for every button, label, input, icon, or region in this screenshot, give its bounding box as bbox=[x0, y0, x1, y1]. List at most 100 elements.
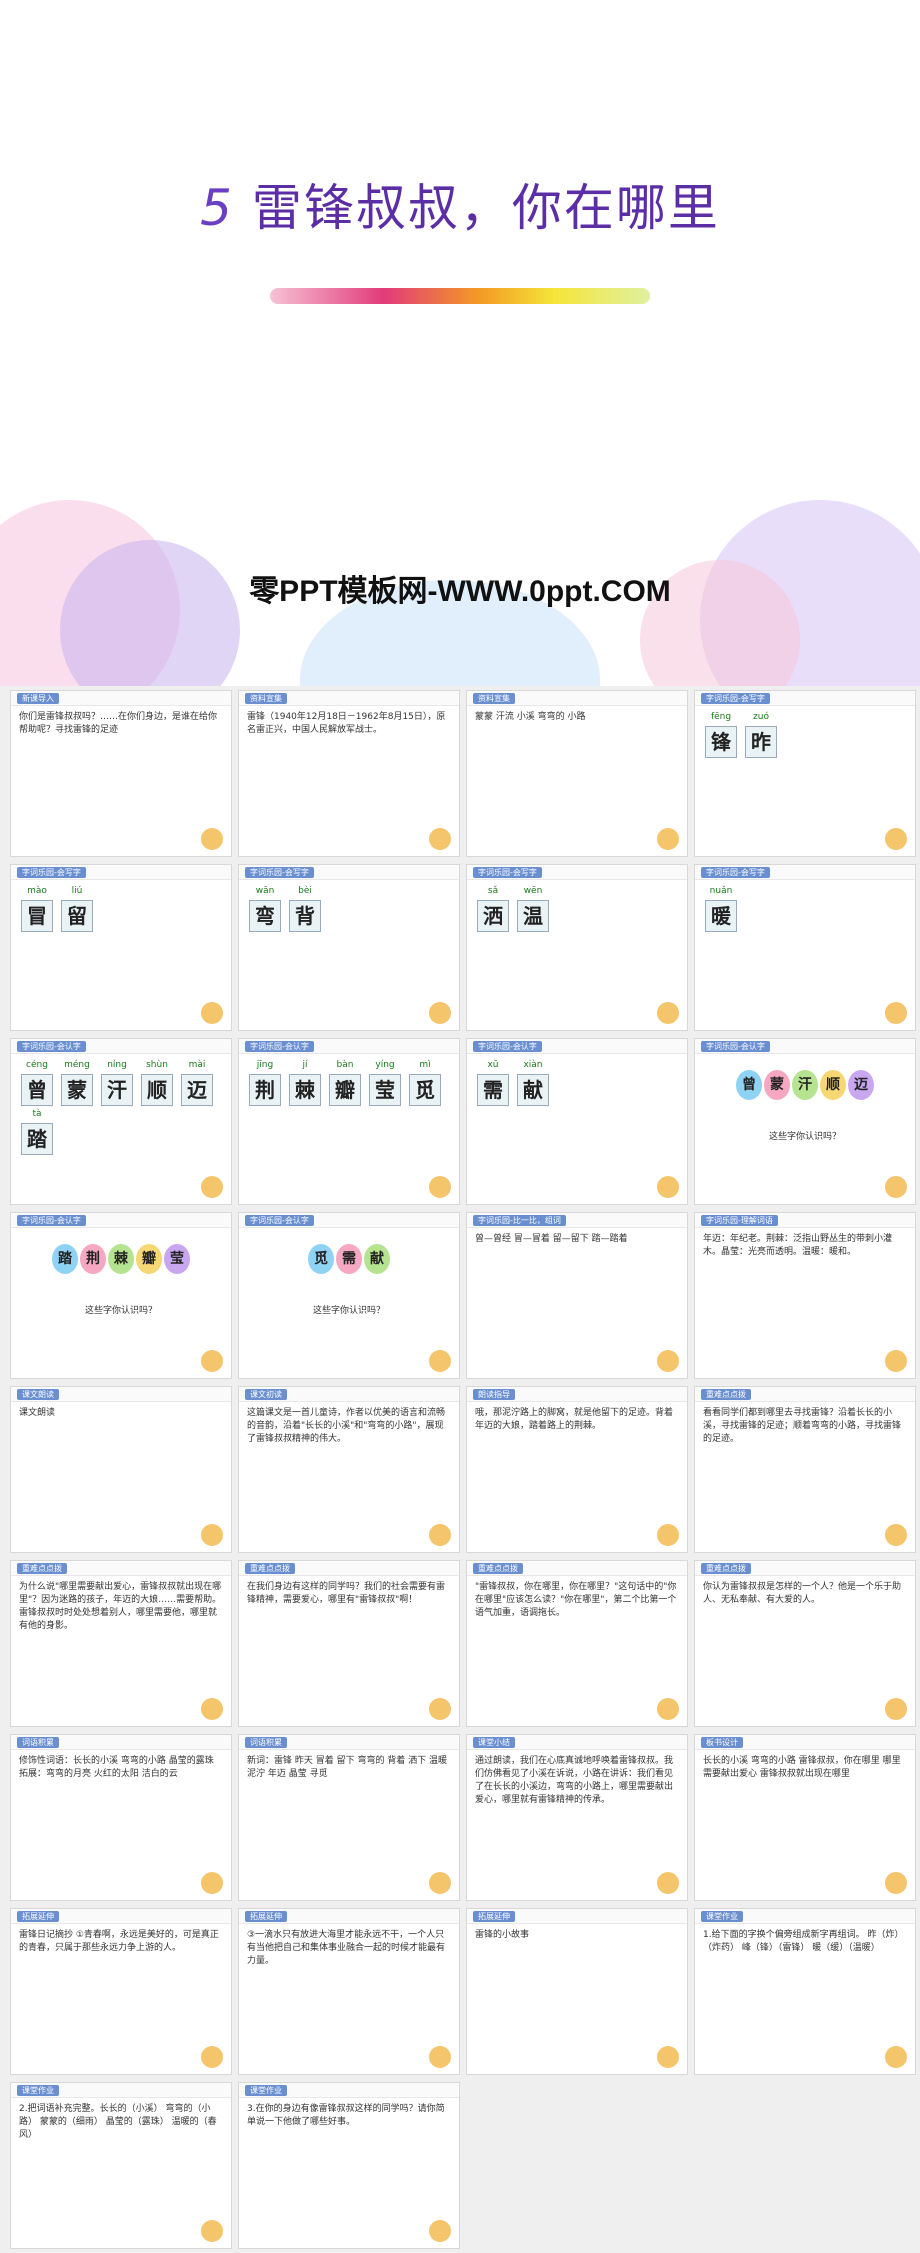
slide-thumbnail[interactable]: 字词乐园-会写字 nuǎn 暖 bbox=[694, 864, 916, 1031]
lesson-title: 雷锋叔叔，你在哪里 bbox=[251, 179, 720, 237]
cartoon-mascot-icon bbox=[885, 2046, 907, 2068]
slide-thumbnail[interactable]: 字词乐园-会认字 céng 曾 méng 蒙 níng 汗 shùn 顺 mài 迈 tà 踏 bbox=[10, 1038, 232, 1205]
slide-body: 修饰性词语：长长的小溪 弯弯的小路 晶莹的露珠 拓展：弯弯的月亮 火红的太阳 洁… bbox=[19, 1755, 223, 1892]
slide-thumbnail[interactable]: 课文朗读 课文朗读 bbox=[10, 1386, 232, 1553]
slide-thumbnail[interactable]: 重难点点拨 看看同学们都到哪里去寻找雷锋？沿着长长的小溪，寻找雷锋的足迹；顺着弯弯… bbox=[694, 1386, 916, 1553]
character-box: 暖 bbox=[705, 900, 737, 932]
character-balloon: 曾 bbox=[736, 1070, 762, 1100]
cartoon-mascot-icon bbox=[201, 1350, 223, 1372]
slide-thumbnail[interactable]: 字词乐园-会写字 sǎ 洒 wēn 温 bbox=[466, 864, 688, 1031]
slide-thumbnail[interactable]: 字词乐园-会认字踏荆棘瓣莹这些字你认识吗？ bbox=[10, 1212, 232, 1379]
slide-body: mào 冒 liú 留 bbox=[19, 885, 223, 1022]
character-card: wān 弯 bbox=[247, 885, 283, 934]
cartoon-mascot-icon bbox=[201, 1176, 223, 1198]
pinyin-label: mì bbox=[419, 1060, 431, 1070]
slide-body: 这篇课文是一首儿童诗，作者以优美的语言和流畅的音韵，沿着"长长的小溪"和"弯弯的… bbox=[247, 1407, 451, 1544]
slide-section-tag: 重难点点拨 bbox=[701, 1563, 751, 1574]
slide-section-tag: 课堂作业 bbox=[701, 1911, 743, 1922]
character-balloon: 献 bbox=[364, 1244, 390, 1274]
slide-text: 新词：雷锋 昨天 冒着 留下 弯弯的 背着 洒下 温暖 泥泞 年迈 晶莹 寻觅 bbox=[247, 1756, 448, 1779]
character-card: méng 蒙 bbox=[59, 1059, 95, 1108]
pinyin-label: jí bbox=[302, 1060, 308, 1070]
character-box: 瓣 bbox=[329, 1074, 361, 1106]
slide-thumbnail[interactable]: 字词乐园-会认字觅需献这些字你认识吗？ bbox=[238, 1212, 460, 1379]
slide-section-tag: 字词乐园-会写字 bbox=[701, 867, 770, 878]
slide-text: 2.把词语补充完整。长长的（小溪） 弯弯的（小路） 蒙蒙的（细雨） 晶莹的（露珠… bbox=[19, 2104, 217, 2140]
slide-thumbnail[interactable]: 重难点点拨 为什么说"哪里需要献出爱心，雷锋叔叔就出现在哪里"？因为迷路的孩子，年… bbox=[10, 1560, 232, 1727]
pinyin-label: fēng bbox=[710, 712, 732, 722]
slide-thumbnail[interactable]: 课堂小结 通过朗读，我们在心底真诚地呼唤着雷锋叔叔。我们仿佛看见了小溪在诉说，小路… bbox=[466, 1734, 688, 1901]
slide-header-bar: 课堂作业 bbox=[239, 2083, 459, 2098]
slide-thumbnail[interactable]: 字词乐园-会认字曾蒙汗顺迈这些字你认识吗？ bbox=[694, 1038, 916, 1205]
slide-body: céng 曾 méng 蒙 níng 汗 shùn 顺 mài 迈 tà 踏 bbox=[19, 1059, 223, 1196]
slide-thumbnail[interactable]: 字词乐园-理解词语 年迈：年纪老。荆棘：泛指山野丛生的带刺小灌木。晶莹：光亮而透明… bbox=[694, 1212, 916, 1379]
slide-thumbnail[interactable]: 课堂作业 3.在你的身边有像雷锋叔叔这样的同学吗？请你简单说一下他做了哪些好事。 bbox=[238, 2082, 460, 2249]
character-card: mài 迈 bbox=[179, 1059, 215, 1108]
character-card: jí 棘 bbox=[287, 1059, 323, 1108]
slide-thumbnail[interactable]: 朗读指导 哦，那泥泞路上的脚窝，就是他留下的足迹。背着年迈的大娘，踏着路上的荆棘。 bbox=[466, 1386, 688, 1553]
slide-thumbnail[interactable]: 重难点点拨 你认为雷锋叔叔是怎样的一个人？他是一个乐于助人、无私奉献、有大爱的人。 bbox=[694, 1560, 916, 1727]
slide-thumbnail[interactable]: 字词乐园-会写字 mào 冒 liú 留 bbox=[10, 864, 232, 1031]
slide-thumbnail[interactable]: 字词乐园-会写字 fēng 锋 zuó 昨 bbox=[694, 690, 916, 857]
slide-thumbnail[interactable]: 新课导入 你们是雷锋叔叔吗？……在你们身边，是谁在给你帮助呢？寻找雷锋的足迹 bbox=[10, 690, 232, 857]
slide-section-tag: 字词乐园-会认字 bbox=[245, 1215, 314, 1226]
slide-thumbnail[interactable]: 课堂作业 1.给下面的字换个偏旁组成新字再组词。 昨（炸）（炸药） 峰（锋）（雷锋… bbox=[694, 1908, 916, 2075]
slide-thumbnail[interactable]: 拓展延伸 雷锋的小故事 bbox=[466, 1908, 688, 2075]
slide-thumbnail[interactable]: 板书设计长长的小溪 弯弯的小路 雷锋叔叔，你在哪里 哪里需要献出爱心 雷锋叔叔就… bbox=[694, 1734, 916, 1901]
slide-thumbnail[interactable]: 重难点点拨 "雷锋叔叔，你在哪里，你在哪里？"这句话中的"你在哪里"应该怎么读？"… bbox=[466, 1560, 688, 1727]
slide-thumbnail[interactable]: 词语积累新词：雷锋 昨天 冒着 留下 弯弯的 背着 洒下 温暖 泥泞 年迈 晶莹… bbox=[238, 1734, 460, 1901]
slide-header-bar: 课堂作业 bbox=[11, 2083, 231, 2098]
slide-thumbnail[interactable]: 字词乐园-会写字 wān 弯 bèi 背 bbox=[238, 864, 460, 1031]
slide-text: 曾—曾经 冒—冒着 留—留下 踏—踏着 bbox=[475, 1234, 628, 1244]
slide-body: wān 弯 bèi 背 bbox=[247, 885, 451, 1022]
slide-body: 3.在你的身边有像雷锋叔叔这样的同学吗？请你简单说一下他做了哪些好事。 bbox=[247, 2103, 451, 2240]
speech-bubble-text: 这些字你认识吗？ bbox=[84, 1306, 157, 1316]
slide-text: 长长的小溪 弯弯的小路 雷锋叔叔，你在哪里 哪里需要献出爱心 雷锋叔叔就出现在哪… bbox=[703, 1756, 901, 1779]
slide-thumbnail[interactable]: 资料宣集 雷锋（1940年12月18日－1962年8月15日），原名雷正兴，中国人… bbox=[238, 690, 460, 857]
pinyin-label: méng bbox=[64, 1060, 90, 1070]
cartoon-mascot-icon bbox=[657, 1698, 679, 1720]
slide-section-tag: 词语积累 bbox=[245, 1737, 287, 1748]
slide-body: 踏荆棘瓣莹这些字你认识吗？ bbox=[19, 1233, 223, 1370]
slide-header-bar: 字词乐园-会写字 bbox=[695, 691, 915, 706]
slide-thumbnail[interactable]: 拓展延伸 雷锋日记摘抄 ①青春啊，永远是美好的，可是真正的青春，只属于那些永远力争… bbox=[10, 1908, 232, 2075]
slide-section-tag: 板书设计 bbox=[701, 1737, 743, 1748]
slide-header-bar: 朗读指导 bbox=[467, 1387, 687, 1402]
slide-thumbnail[interactable]: 字词乐园-比一比，组词 曾—曾经 冒—冒着 留—留下 踏—踏着 bbox=[466, 1212, 688, 1379]
slide-body: 新词：雷锋 昨天 冒着 留下 弯弯的 背着 洒下 温暖 泥泞 年迈 晶莹 寻觅 bbox=[247, 1755, 451, 1892]
slide-section-tag: 字词乐园-会认字 bbox=[701, 1041, 770, 1052]
slide-header-bar: 字词乐园-会写字 bbox=[695, 865, 915, 880]
slide-header-bar: 字词乐园-会认字 bbox=[11, 1039, 231, 1054]
character-box: 锋 bbox=[705, 726, 737, 758]
character-box: 温 bbox=[517, 900, 549, 932]
character-box: 迈 bbox=[181, 1074, 213, 1106]
slide-text: 这篇课文是一首儿童诗，作者以优美的语言和流畅的音韵，沿着"长长的小溪"和"弯弯的… bbox=[247, 1408, 446, 1444]
slide-body: 年迈：年纪老。荆棘：泛指山野丛生的带刺小灌木。晶莹：光亮而透明。温暖：暖和。 bbox=[703, 1233, 907, 1370]
slide-header-bar: 词语积累 bbox=[11, 1735, 231, 1750]
character-card: tà 踏 bbox=[19, 1108, 55, 1157]
slide-body: jīng 荆 jí 棘 bàn 瓣 yíng 莹 mì 觅 bbox=[247, 1059, 451, 1196]
slide-thumbnail[interactable]: 字词乐园-会认字 xū 需 xiàn 献 bbox=[466, 1038, 688, 1205]
slide-thumbnail[interactable]: 词语积累修饰性词语：长长的小溪 弯弯的小路 晶莹的露珠 拓展：弯弯的月亮 火红的… bbox=[10, 1734, 232, 1901]
pinyin-label: nuǎn bbox=[709, 886, 733, 896]
character-box: 顺 bbox=[141, 1074, 173, 1106]
cartoon-mascot-icon bbox=[885, 828, 907, 850]
slide-thumbnail[interactable]: 资料宣集 蒙蒙 汗流 小溪 弯弯的 小路 bbox=[466, 690, 688, 857]
character-card: shùn 顺 bbox=[139, 1059, 175, 1108]
slide-header-bar: 字词乐园-会认字 bbox=[695, 1039, 915, 1054]
slide-thumbnail[interactable]: 重难点点拨 在我们身边有这样的同学吗？我们的社会需要有雷锋精神，需要爱心，哪里有"… bbox=[238, 1560, 460, 1727]
slide-header-bar: 拓展延伸 bbox=[467, 1909, 687, 1924]
slide-body: "雷锋叔叔，你在哪里，你在哪里？"这句话中的"你在哪里"应该怎么读？"你在哪里"… bbox=[475, 1581, 679, 1718]
slide-thumbnail[interactable]: 课堂作业 2.把词语补充完整。长长的（小溪） 弯弯的（小路） 蒙蒙的（细雨） 晶莹… bbox=[10, 2082, 232, 2249]
cartoon-mascot-icon bbox=[885, 1524, 907, 1546]
slide-thumbnail[interactable]: 字词乐园-会认字 jīng 荆 jí 棘 bàn 瓣 yíng 莹 mì 觅 bbox=[238, 1038, 460, 1205]
slide-section-tag: 拓展延伸 bbox=[17, 1911, 59, 1922]
character-box: 曾 bbox=[21, 1074, 53, 1106]
slide-section-tag: 字词乐园-会认字 bbox=[473, 1041, 542, 1052]
slide-body: 为什么说"哪里需要献出爱心，雷锋叔叔就出现在哪里"？因为迷路的孩子，年迈的大娘…… bbox=[19, 1581, 223, 1718]
character-box: 冒 bbox=[21, 900, 53, 932]
slide-thumbnail[interactable]: 课文初读 这篇课文是一首儿童诗，作者以优美的语言和流畅的音韵，沿着"长长的小溪"和… bbox=[238, 1386, 460, 1553]
slide-section-tag: 资料宣集 bbox=[245, 693, 287, 704]
slide-thumbnail[interactable]: 拓展延伸 ③一滴水只有放进大海里才能永远不干，一个人只有当他把自己和集体事业融合一… bbox=[238, 1908, 460, 2075]
cover-title: 5 雷锋叔叔，你在哪里 bbox=[0, 168, 920, 240]
